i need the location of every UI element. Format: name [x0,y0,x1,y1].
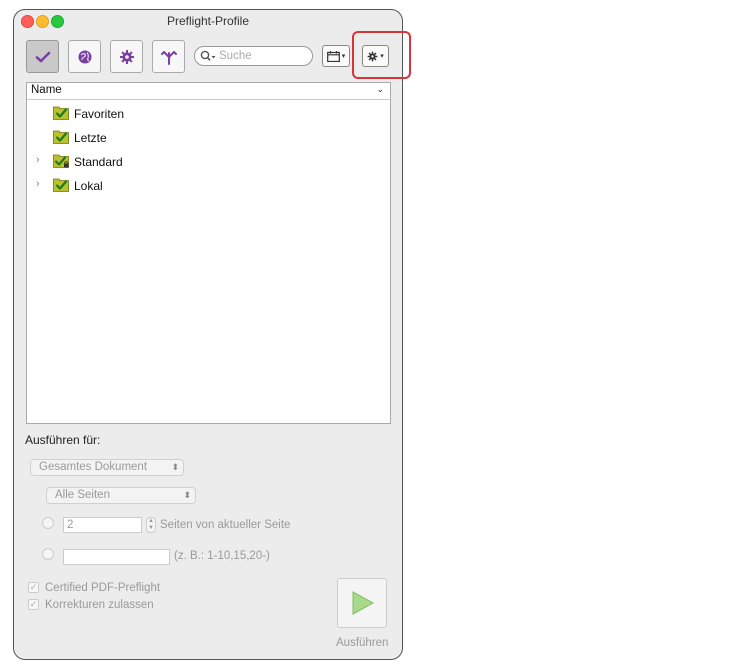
tree-item-lokal[interactable]: › Lokal [27,175,390,195]
stepper-arrows-icon: ⬍ [183,490,191,500]
stepper-arrows-icon: ⬍ [171,462,179,472]
disclosure-triangle-icon[interactable]: › [36,178,40,190]
search-input[interactable] [219,49,305,63]
pages-count-field[interactable]: 2 [63,517,142,533]
chevron-down-icon: ▾ [380,53,384,60]
folder-check-icon [53,178,69,192]
folder-check-icon [53,130,69,144]
pages-count-radio[interactable] [42,517,54,529]
branch-icon [160,50,177,65]
chevron-down-icon: ▾ [341,53,346,60]
tree-item-standard[interactable]: › Standard [27,151,390,171]
chevron-down-icon[interactable]: ⌄ [376,84,384,95]
options-menu-button[interactable]: ▾ [362,45,389,67]
scope-select[interactable]: Gesamtes Dokument ⬍ [30,459,184,476]
globe-icon [78,50,91,63]
gear-icon [367,51,378,61]
search-icon [200,50,216,61]
certified-label: Certified PDF-Preflight [45,582,161,594]
search-field[interactable] [194,46,313,66]
corrections-label: Korrekturen zulassen [45,599,154,611]
run-button-label: Ausführen [336,637,389,649]
view-options-button[interactable]: ▾ [322,45,350,67]
disclosure-triangle-icon[interactable]: › [36,154,40,166]
tree-item-favoriten[interactable]: Favoriten [27,103,390,123]
page-range-field[interactable] [63,549,170,565]
play-icon [352,591,375,615]
calendar-icon [326,50,340,62]
run-button[interactable] [337,578,387,628]
page-range-radio[interactable] [42,548,54,560]
folder-check-icon [53,106,69,120]
standards-button[interactable] [152,40,185,73]
column-name-label: Name [31,84,62,96]
window-title: Preflight-Profile [166,14,250,28]
page-range-hint: (z. B.: 1-10,15,20-) [174,550,270,562]
pages-count-suffix: Seiten von aktueller Seite [160,519,291,531]
pages-select[interactable]: Alle Seiten ⬍ [46,487,196,504]
pages-count-stepper[interactable]: ▲ ▼ [146,517,156,533]
certified-checkbox[interactable]: ✓ [28,582,39,593]
checkmark-icon [35,51,50,62]
settings-button[interactable] [110,40,143,73]
folder-check-lock-icon [53,154,69,168]
profiles-button[interactable] [26,40,59,73]
gear-icon [119,49,134,64]
tree-column-header[interactable]: Name ⌄ [27,83,390,100]
title-bar: Preflight-Profile [14,10,402,32]
corrections-checkbox[interactable]: ✓ [28,599,39,610]
profile-tree[interactable]: Name ⌄ Favoriten Letzte › Standard › Lok… [26,82,391,424]
tree-item-letzte[interactable]: Letzte [27,127,390,147]
results-button[interactable] [68,40,101,73]
run-for-label: Ausführen für: [25,433,101,447]
preflight-profile-window: Preflight-Profile Suche ▾ ▾ Name ⌄ Favor… [13,9,403,660]
